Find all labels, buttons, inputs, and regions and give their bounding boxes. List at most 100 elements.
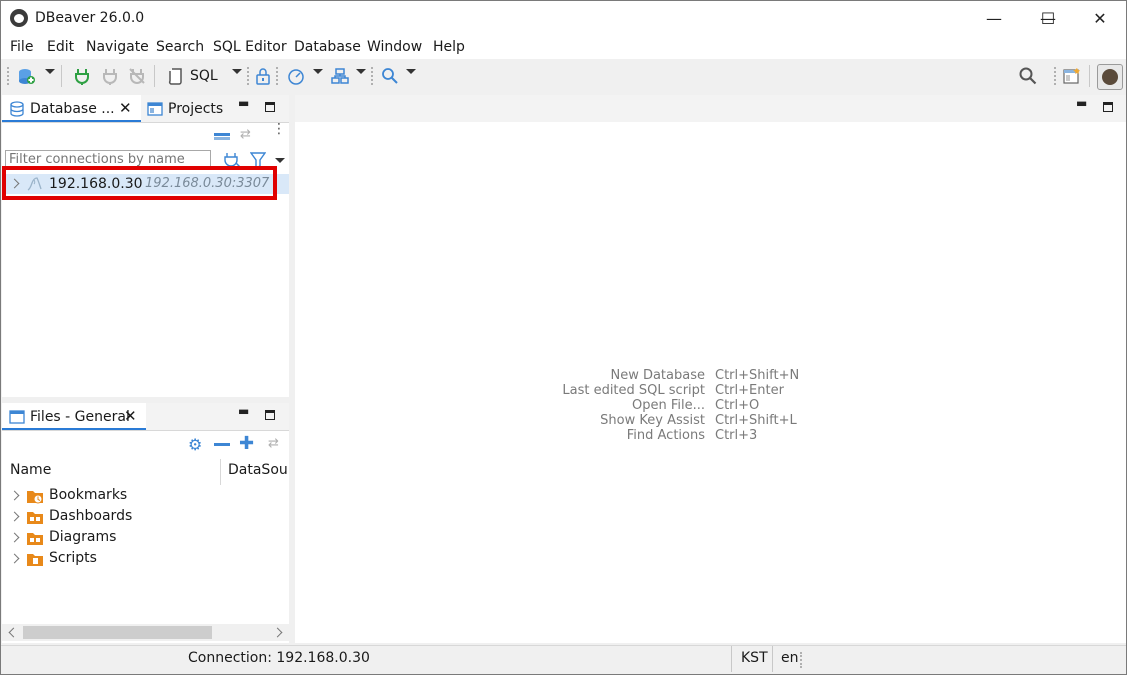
close-icon[interactable]: ✕: [119, 99, 132, 117]
status-timezone[interactable]: KST: [741, 650, 768, 666]
highlight-annotation-box: [2, 166, 277, 200]
invalidate-icon[interactable]: [128, 67, 146, 85]
horizontal-scrollbar[interactable]: [2, 624, 289, 641]
scrollbar-thumb[interactable]: [23, 626, 212, 639]
hint-shortcut: Ctrl+3: [715, 428, 758, 443]
sql-dropdown[interactable]: [232, 69, 242, 74]
collapse-icon[interactable]: [214, 443, 230, 446]
global-search-icon[interactable]: [1019, 67, 1037, 85]
tab-files-general[interactable]: Files - General ✕: [2, 403, 146, 430]
hint-action[interactable]: Open File...: [455, 398, 705, 413]
dashboards-folder-icon: [26, 509, 44, 529]
column-divider[interactable]: [220, 459, 221, 485]
status-connection: Connection: 192.168.0.30: [188, 650, 370, 666]
add-icon[interactable]: ✚: [239, 433, 254, 454]
maximize-window-button[interactable]: ☐: [1025, 1, 1071, 35]
filter-dropdown[interactable]: [275, 158, 285, 163]
toolbar-grip: [276, 67, 280, 85]
tab-database-navigator[interactable]: Database ... ✕: [2, 95, 141, 122]
menu-bar: File Edit Navigate Search SQL Editor Dat…: [1, 35, 1126, 59]
toolbar-grip: [371, 67, 375, 85]
disconnect-icon[interactable]: [101, 67, 119, 85]
expand-chevron-icon[interactable]: [9, 490, 20, 501]
maximize-panel-icon[interactable]: [265, 102, 275, 112]
dashboard-dropdown[interactable]: [313, 69, 323, 74]
new-connection-dropdown[interactable]: [45, 69, 55, 74]
toolbar-separator: [154, 65, 155, 87]
status-divider: [731, 646, 732, 672]
list-item-scripts[interactable]: Scripts: [2, 548, 289, 569]
list-item-diagrams[interactable]: Diagrams: [2, 527, 289, 548]
tab-projects[interactable]: Projects: [168, 101, 223, 117]
maximize-editor-icon[interactable]: [1103, 102, 1113, 112]
item-label: Dashboards: [49, 508, 133, 524]
avatar-icon[interactable]: [1097, 64, 1123, 90]
status-divider: [772, 646, 773, 672]
minimize-window-button[interactable]: —: [971, 1, 1017, 35]
title-bar: DBeaver 26.0.0 —: [1, 1, 1126, 35]
dashboard-icon[interactable]: [287, 67, 305, 85]
toolbar-grip: [247, 67, 251, 85]
scroll-right-icon[interactable]: [272, 627, 283, 638]
files-panel-icon: [9, 409, 25, 429]
sql-button-label[interactable]: SQL: [190, 68, 218, 84]
hint-action[interactable]: Find Actions: [455, 428, 705, 443]
menu-sql-editor[interactable]: SQL Editor: [213, 39, 287, 55]
search-dropdown[interactable]: [406, 69, 416, 74]
menu-database[interactable]: Database: [294, 39, 361, 55]
schema-compare-icon[interactable]: [331, 67, 349, 85]
hint-shortcut: Ctrl+Enter: [715, 383, 784, 398]
minimize-panel-icon[interactable]: ▬: [238, 96, 249, 110]
menu-file[interactable]: File: [10, 39, 33, 55]
link-editor-icon[interactable]: ⇄: [240, 127, 251, 142]
minimize-editor-icon[interactable]: ▬: [1076, 96, 1087, 110]
column-header-datasource[interactable]: DataSource: [228, 462, 289, 478]
status-grip: [800, 652, 804, 668]
menu-search[interactable]: Search: [156, 39, 204, 55]
status-bar: Connection: 192.168.0.30 KST en: [1, 645, 1126, 674]
transaction-lock-icon[interactable]: [254, 67, 272, 85]
files-panel: Files - General ✕ ▬ ⚙ ✚ ⇄ Name DataSourc…: [2, 403, 289, 643]
menu-navigate[interactable]: Navigate: [86, 39, 149, 55]
expand-chevron-icon[interactable]: [9, 532, 20, 543]
close-icon[interactable]: ✕: [124, 407, 137, 425]
item-label: Scripts: [49, 550, 97, 566]
expand-chevron-icon[interactable]: [9, 553, 20, 564]
close-window-button[interactable]: ✕: [1077, 1, 1123, 35]
database-navigator-panel: Database ... ✕ Projects ▬ ⇄ ⋮ 192.168.0.…: [2, 95, 289, 397]
item-label: Diagrams: [49, 529, 117, 545]
minimize-panel-icon[interactable]: ▬: [238, 404, 249, 418]
sql-editor-icon[interactable]: [167, 67, 185, 85]
beaver-avatar-icon: [1102, 69, 1118, 85]
toolbar-separator: [61, 65, 62, 87]
status-locale[interactable]: en: [781, 650, 799, 666]
collapse-all-icon[interactable]: [214, 133, 230, 136]
maximize-panel-icon[interactable]: [265, 410, 275, 420]
dbeaver-window: DBeaver 26.0.0 — — ☐ ✕ File Edit Navigat…: [0, 0, 1127, 675]
list-item-dashboards[interactable]: Dashboards: [2, 506, 289, 527]
menu-help[interactable]: Help: [433, 39, 465, 55]
link-icon[interactable]: ⇄: [268, 436, 279, 451]
hint-action[interactable]: Last edited SQL script: [455, 383, 705, 398]
toolbar-grip: [1054, 67, 1058, 85]
expand-chevron-icon[interactable]: [9, 511, 20, 522]
tab-label: Files - General: [30, 409, 130, 425]
connect-icon[interactable]: [73, 67, 91, 85]
hint-action[interactable]: New Database: [455, 368, 705, 383]
perspective-icon[interactable]: [1063, 67, 1081, 85]
view-menu-icon[interactable]: ⋮: [272, 122, 286, 136]
column-header-name[interactable]: Name: [10, 462, 51, 478]
menu-window[interactable]: Window: [367, 39, 422, 55]
search-icon[interactable]: [381, 67, 399, 85]
item-label: Bookmarks: [49, 487, 128, 503]
menu-edit[interactable]: Edit: [47, 39, 74, 55]
configure-icon[interactable]: ⚙: [188, 435, 202, 454]
scroll-left-icon[interactable]: [8, 627, 19, 638]
schema-dropdown[interactable]: [356, 69, 366, 74]
editor-area: ▬ New Database Ctrl+Shift+N Last edited …: [295, 95, 1126, 643]
new-connection-icon[interactable]: [17, 67, 35, 85]
bookmarks-folder-icon: [26, 488, 44, 508]
hint-action[interactable]: Show Key Assist: [455, 413, 705, 428]
window-title: DBeaver 26.0.0: [35, 10, 145, 26]
list-item-bookmarks[interactable]: Bookmarks: [2, 485, 289, 506]
